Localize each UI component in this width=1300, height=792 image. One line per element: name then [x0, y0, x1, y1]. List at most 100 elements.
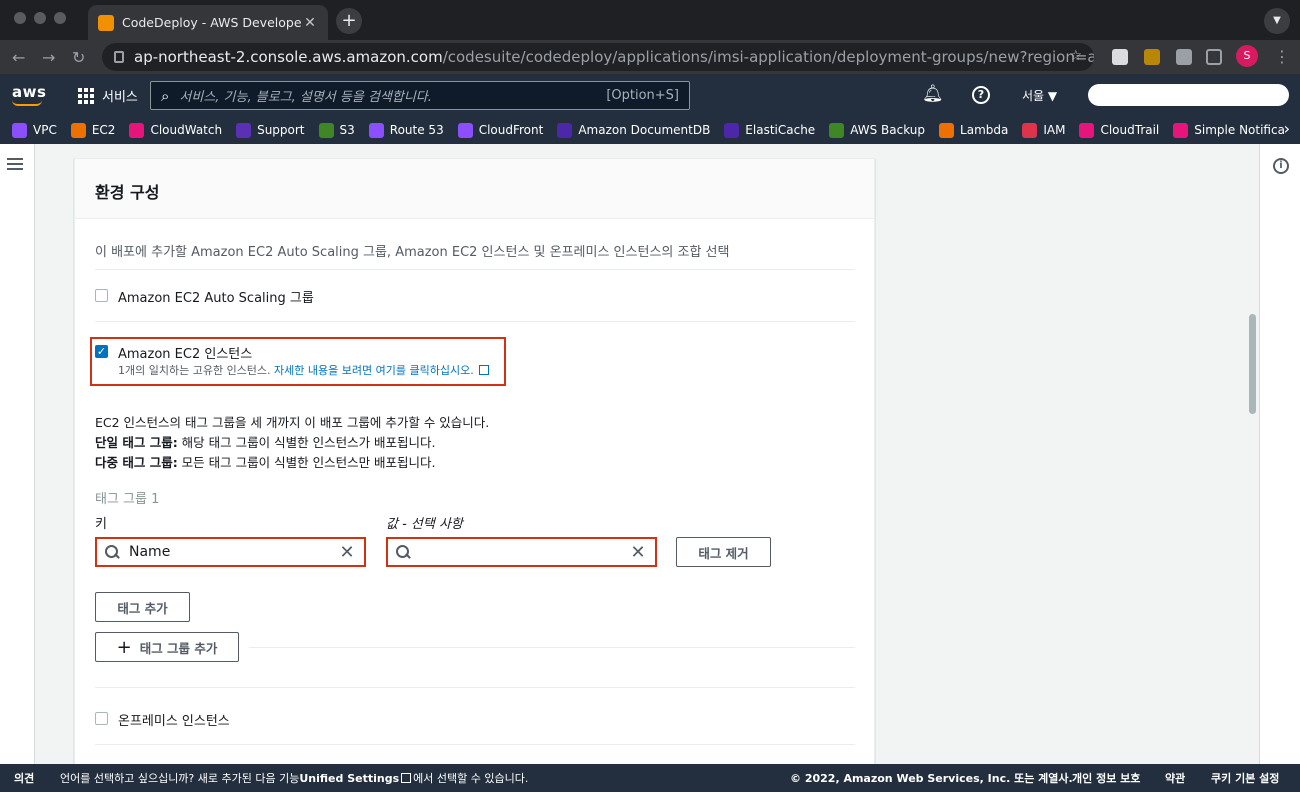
service-icon: [457, 122, 473, 138]
search-shortcut: [Option+S]: [606, 88, 679, 103]
favorite-aws-backup[interactable]: AWS Backup: [829, 122, 926, 138]
tab-search-chevron-icon[interactable]: ▼: [1264, 8, 1290, 34]
ec2-details-link[interactable]: 자세한 내용을 보려면 여기를 클릭하십시오.: [274, 364, 474, 377]
region-selector[interactable]: 서울 ▼: [1022, 87, 1057, 104]
terms-link[interactable]: 약관: [1165, 770, 1185, 786]
tag-key-input[interactable]: Name ✕: [95, 537, 366, 567]
asg-checkbox-label[interactable]: Amazon EC2 Auto Scaling 그룹: [118, 287, 314, 306]
info-icon[interactable]: i: [1273, 158, 1289, 174]
ec2-match-text: 1개의 일치하는 고유한 인스턴스. 자세한 내용을 보려면 여기를 클릭하십시…: [118, 362, 489, 378]
ec2-checkbox[interactable]: ✓: [95, 345, 108, 358]
right-tools-rail: i: [1259, 144, 1300, 764]
extension-star-icon[interactable]: [1144, 49, 1160, 65]
section-title: 환경 구성: [75, 159, 874, 219]
back-arrow-icon[interactable]: ←: [12, 48, 25, 67]
search-icon: [396, 545, 410, 559]
environment-configuration-panel: 환경 구성 이 배포에 추가할 Amazon EC2 Auto Scaling …: [74, 158, 875, 778]
address-bar[interactable]: ap-northeast-2.console.aws.amazon.com /c…: [102, 43, 1094, 71]
notification-bell-icon[interactable]: 🔔︎: [922, 84, 944, 104]
favorite-cloudwatch[interactable]: CloudWatch: [129, 122, 223, 138]
close-window-icon[interactable]: [14, 12, 26, 24]
favorite-simple-notifica[interactable]: Simple Notifica: [1173, 122, 1285, 138]
add-tag-button[interactable]: 태그 추가: [95, 592, 190, 622]
grid-menu-icon: [78, 87, 94, 104]
add-tag-group-button[interactable]: + 태그 그룹 추가: [95, 632, 239, 662]
favorite-amazon-documentdb[interactable]: Amazon DocumentDB: [557, 122, 711, 138]
language-notice-pre: 언어를 선택하고 싶으십니까? 새로 추가된 다음 기능: [60, 772, 300, 785]
favorite-iam[interactable]: IAM: [1022, 122, 1066, 138]
info-line: EC2 인스턴스의 태그 그룹을 세 개까지 이 배포 그룹에 추가할 수 있습…: [95, 415, 490, 430]
account-menu[interactable]: [1088, 84, 1289, 106]
ec2-match-count: 1개의 일치하는 고유한 인스턴스.: [118, 364, 271, 377]
favorite-vpc[interactable]: VPC: [12, 122, 57, 138]
favorite-elasticache[interactable]: ElastiCache: [724, 122, 815, 138]
favorite-lambda[interactable]: Lambda: [939, 122, 1008, 138]
console-search-input[interactable]: ⌕ 서비스, 기능, 블로그, 설명서 등을 검색합니다. [Option+S]: [150, 81, 690, 110]
divider: [249, 647, 855, 648]
remove-tag-button[interactable]: 태그 제거: [676, 537, 771, 567]
cookie-preferences-link[interactable]: 쿠키 기본 설정: [1211, 770, 1279, 786]
favorite-support[interactable]: Support: [236, 122, 305, 138]
value-label-text: 값 - 선택 사항: [386, 517, 463, 532]
reload-icon[interactable]: ↻: [72, 48, 85, 67]
bookmark-star-icon[interactable]: ☆: [1069, 48, 1082, 64]
forward-arrow-icon[interactable]: →: [42, 48, 55, 67]
clear-key-icon[interactable]: ✕: [338, 542, 356, 563]
unified-settings-link[interactable]: Unified Settings: [299, 772, 399, 785]
puzzle-extensions-icon[interactable]: [1176, 49, 1192, 65]
service-icon: [939, 122, 955, 138]
favorite-label: Amazon DocumentDB: [578, 123, 711, 137]
codedeploy-favicon-icon: [98, 14, 114, 31]
profile-avatar[interactable]: S: [1236, 45, 1258, 67]
favorite-s3[interactable]: S3: [318, 122, 355, 138]
info-single-label: 단일 태그 그룹:: [95, 435, 178, 450]
help-icon[interactable]: ?: [972, 86, 990, 104]
side-panel-icon[interactable]: [1206, 49, 1222, 65]
favorite-label: Route 53: [389, 123, 444, 137]
service-icon: [236, 122, 252, 138]
aws-logo[interactable]: aws: [12, 83, 46, 101]
browser-toolbar: ← → ↻ ap-northeast-2.console.aws.amazon.…: [0, 40, 1300, 74]
divider: [95, 687, 855, 688]
favorites-bar: VPC EC2 CloudWatch Support S3 Route 53 CloudFr…: [0, 116, 1300, 144]
maximize-window-icon[interactable]: [54, 12, 66, 24]
close-tab-icon[interactable]: ✕: [302, 15, 318, 31]
new-tab-icon[interactable]: +: [336, 8, 362, 34]
favorite-route-53[interactable]: Route 53: [368, 122, 444, 138]
left-navigation-rail: [0, 144, 35, 764]
privacy-link[interactable]: 개인 정보 보호: [1072, 770, 1140, 786]
onprem-checkbox-label[interactable]: 온프레미스 인스턴스: [118, 710, 230, 729]
asg-checkbox[interactable]: [95, 289, 108, 302]
services-label: 서비스: [102, 90, 138, 105]
browser-menu-icon[interactable]: ⋮: [1274, 47, 1290, 66]
tag-key-value[interactable]: Name: [129, 544, 338, 560]
divider: [95, 744, 855, 745]
feedback-link[interactable]: 의견: [14, 770, 34, 786]
tag-value-input[interactable]: ✕: [386, 537, 657, 567]
key-label: 키: [95, 517, 107, 532]
ec2-checkbox-label[interactable]: Amazon EC2 인스턴스: [118, 343, 252, 362]
minimize-window-icon[interactable]: [34, 12, 46, 24]
external-link-icon: [478, 365, 489, 375]
divider: [95, 321, 855, 322]
browser-tab-codedeploy[interactable]: CodeDeploy - AWS Developer ✕: [88, 5, 328, 40]
service-icon: [318, 122, 334, 138]
services-menu-button[interactable]: 서비스: [78, 86, 138, 105]
favorites-scroll-right-icon[interactable]: ›: [1284, 119, 1290, 138]
value-label: 값 - 선택 사항: [386, 513, 463, 532]
external-link-icon: [401, 773, 412, 783]
clear-value-icon[interactable]: ✕: [629, 542, 647, 563]
aws-smile-icon: [12, 100, 42, 106]
page-scrollbar[interactable]: [1249, 314, 1256, 414]
favorite-label: IAM: [1043, 123, 1066, 137]
favorite-label: CloudWatch: [150, 123, 223, 137]
search-icon: [105, 545, 119, 559]
favorite-cloudtrail[interactable]: CloudTrail: [1079, 122, 1159, 138]
url-path: /codesuite/codedeploy/applications/imsi-…: [442, 48, 1094, 66]
onprem-checkbox[interactable]: [95, 712, 108, 725]
hamburger-menu-icon[interactable]: [7, 158, 23, 170]
extension-icon[interactable]: [1112, 49, 1128, 65]
favorite-label: AWS Backup: [850, 123, 926, 137]
favorite-cloudfront[interactable]: CloudFront: [457, 122, 543, 138]
favorite-ec2[interactable]: EC2: [70, 122, 115, 138]
